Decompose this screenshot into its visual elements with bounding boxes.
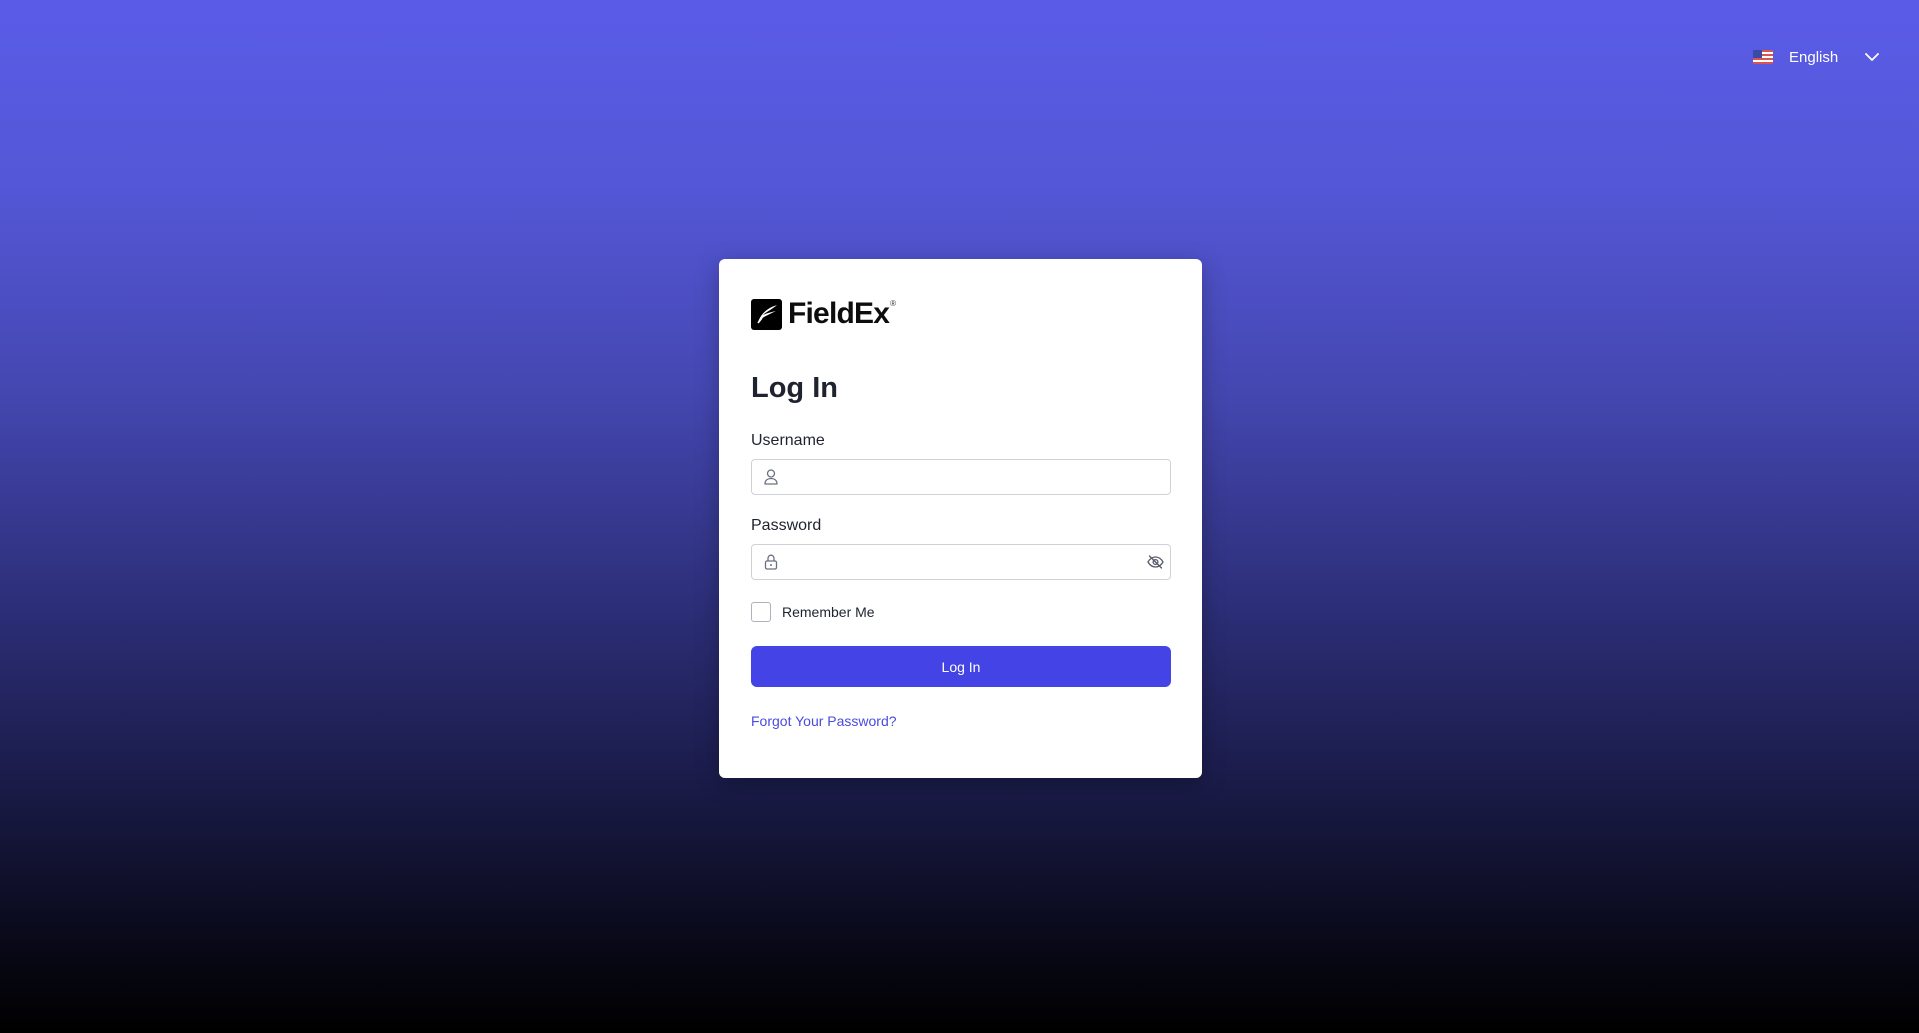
brand-name: FieldEx — [788, 297, 890, 330]
remember-me-row: Remember Me — [751, 601, 1170, 623]
remember-me-label[interactable]: Remember Me — [782, 604, 875, 620]
password-field-wrapper — [751, 544, 1171, 580]
chevron-down-icon — [1864, 49, 1880, 65]
username-input[interactable] — [787, 461, 1170, 493]
fieldex-logo-icon — [751, 298, 782, 330]
brand-logo: FieldEx ® — [751, 297, 1170, 331]
lock-icon — [763, 554, 779, 570]
registered-mark: ® — [890, 299, 897, 308]
eye-slash-icon[interactable] — [1146, 553, 1164, 571]
password-label: Password — [751, 517, 822, 534]
forgot-password-link[interactable]: Forgot Your Password? — [751, 713, 897, 729]
us-flag-icon — [1753, 50, 1773, 64]
login-button[interactable]: Log In — [751, 646, 1171, 687]
remember-me-checkbox[interactable] — [751, 602, 771, 622]
username-field-wrapper — [751, 459, 1171, 495]
page-title: Log In — [751, 372, 838, 404]
language-selector[interactable]: English — [1745, 42, 1885, 72]
login-card: FieldEx ® Log In Username Password Remem… — [719, 259, 1202, 778]
password-input[interactable] — [787, 546, 1146, 578]
username-label: Username — [751, 432, 825, 449]
language-label: English — [1789, 48, 1839, 66]
user-icon — [763, 469, 779, 485]
